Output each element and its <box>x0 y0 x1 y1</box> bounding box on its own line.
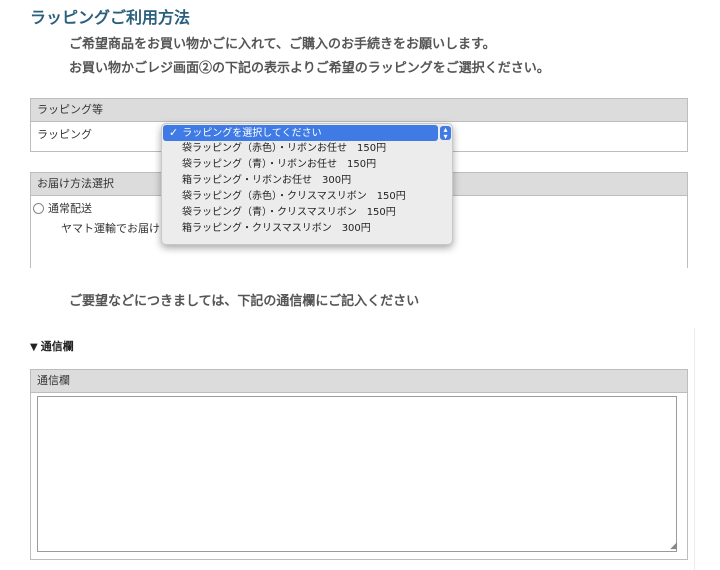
check-icon: ✓ <box>169 126 179 139</box>
communication-textarea[interactable] <box>37 396 677 552</box>
resize-grip-icon[interactable]: ◢ <box>670 541 677 551</box>
request-text: ご要望などにつきましては、下記の通信欄にご記入ください <box>69 294 420 309</box>
wrapping-option-2[interactable]: 袋ラッピング（青）・リボンお任せ 150円 <box>162 157 452 173</box>
wrapping-option-1[interactable]: 袋ラッピング（赤色）・リボンお任せ 150円 <box>162 141 452 157</box>
intro-text: ご希望商品をお買い物かごに入れて、ご購入のお手続きをお願いします。 お買い物かご… <box>69 36 550 84</box>
wrapping-option-3[interactable]: 箱ラッピング・リボンお任せ 300円 <box>162 173 452 189</box>
wrapping-option-5[interactable]: 袋ラッピング（青）・クリスマスリボン 150円 <box>162 205 452 221</box>
wrapping-option-6[interactable]: 箱ラッピング・クリスマスリボン 300円 <box>162 221 452 237</box>
wrapping-select-dropdown[interactable]: ✓ ラッピングを選択してください 袋ラッピング（赤色）・リボンお任せ 150円 袋… <box>161 123 453 245</box>
communication-panel-header: 通信欄 <box>31 369 687 393</box>
shipping-option-label: 通常配送 <box>48 202 92 215</box>
wrapping-option-0[interactable]: ✓ ラッピングを選択してください <box>163 125 438 141</box>
communication-section-label: ▼ 通信欄 <box>30 338 74 354</box>
divider <box>694 328 695 570</box>
wrapping-panel-header: ラッピング等 <box>31 98 687 122</box>
select-stepper-icon[interactable]: ▴ ▾ <box>440 126 451 141</box>
communication-section-title: 通信欄 <box>40 340 74 353</box>
triangle-down-icon: ▼ <box>30 342 38 353</box>
wrapping-option-4[interactable]: 袋ラッピング（赤色）・クリスマスリボン 150円 <box>162 189 452 205</box>
communication-panel: 通信欄 ◢ <box>30 369 688 560</box>
intro-line-1: ご希望商品をお買い物かごに入れて、ご購入のお手続きをお願いします。 <box>69 37 496 52</box>
radio-button[interactable] <box>33 202 44 214</box>
page-title: ラッピングご利用方法 <box>30 8 191 27</box>
intro-line-2: お買い物かごレジ画面②の下記の表示よりご希望のラッピングをご選択ください。 <box>69 61 550 76</box>
wrapping-option-label: ラッピングを選択してください <box>182 128 322 139</box>
